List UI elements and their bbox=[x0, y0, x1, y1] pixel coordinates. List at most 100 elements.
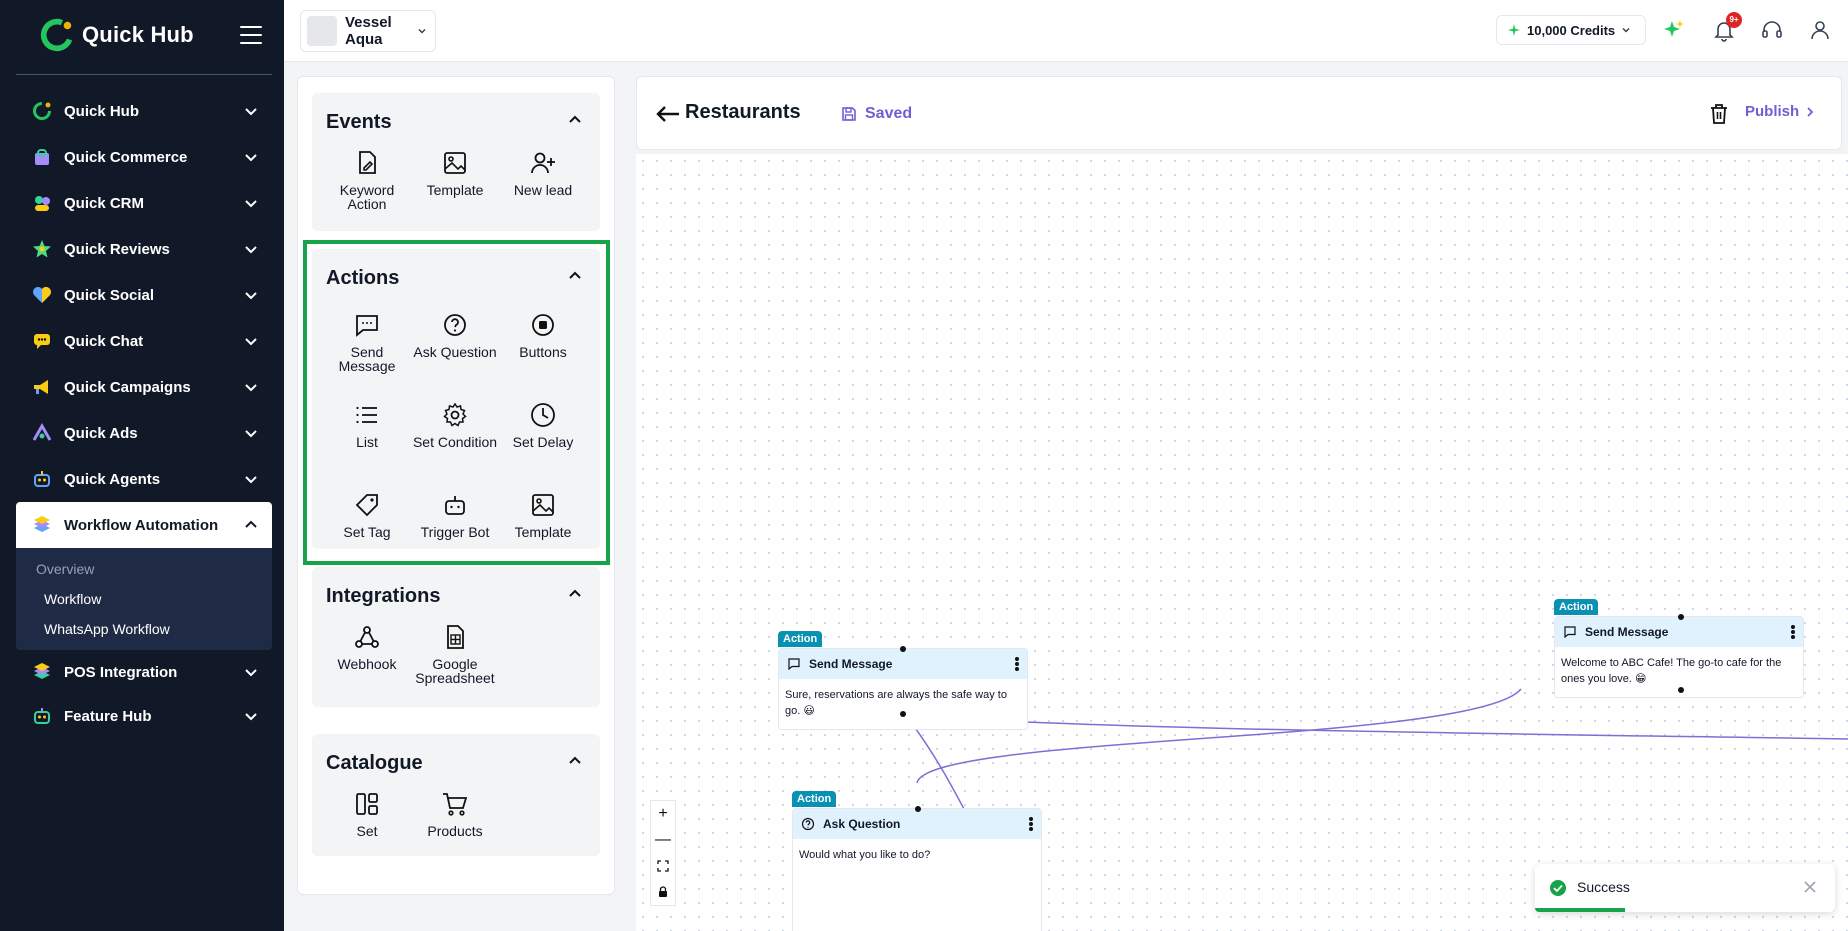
tile-set-delay[interactable]: Set Delay bbox=[499, 401, 587, 449]
tile-label: Products bbox=[427, 823, 483, 839]
message-square-icon bbox=[788, 658, 800, 671]
tile-webhook[interactable]: Webhook bbox=[323, 623, 411, 671]
sidebar-item-quick-social[interactable]: Quick Social bbox=[16, 272, 272, 318]
tile-template[interactable]: Template bbox=[499, 491, 587, 539]
tile-list[interactable]: List bbox=[323, 401, 411, 449]
saved-status: Saved bbox=[841, 105, 912, 123]
sidebar-item-label: Quick Ads bbox=[64, 424, 138, 442]
workflow-canvas[interactable]: Action Send Message Sure, reservations a… bbox=[636, 154, 1848, 931]
chevron-down-icon bbox=[245, 292, 257, 300]
arrow-left-icon[interactable] bbox=[655, 103, 681, 125]
sidebar-nav: Quick Hub Quick Commerce Quick CRM Quick… bbox=[16, 88, 272, 738]
sidebar-item-label: Quick Social bbox=[64, 286, 155, 304]
subnav-overview[interactable]: Overview bbox=[16, 554, 272, 584]
help-circle-icon bbox=[801, 817, 815, 831]
tile-label: Ask Question bbox=[413, 344, 497, 360]
node-output-handle[interactable] bbox=[900, 711, 906, 717]
close-icon[interactable] bbox=[1803, 880, 1817, 894]
shopping-cart-icon bbox=[443, 793, 468, 816]
tile-label: Send Message bbox=[338, 344, 396, 374]
actions-title: Actions bbox=[326, 267, 400, 289]
sidebar-item-quick-agents[interactable]: Quick Agents bbox=[16, 456, 272, 502]
tile-set[interactable]: Set bbox=[323, 790, 411, 838]
sidebar-item-quick-campaigns[interactable]: Quick Campaigns bbox=[16, 364, 272, 410]
sidebar-item-feature-hub[interactable]: Feature Hub bbox=[16, 694, 272, 738]
notifications-button[interactable]: 9+ bbox=[1712, 12, 1742, 42]
tile-trigger-bot[interactable]: Trigger Bot bbox=[411, 491, 499, 539]
sidebar-item-quick-commerce[interactable]: Quick Commerce bbox=[16, 134, 272, 180]
chevron-up-icon[interactable] bbox=[568, 269, 582, 283]
message-square-icon bbox=[356, 315, 378, 337]
fit-view-button[interactable] bbox=[651, 853, 675, 879]
sidebar-item-quick-chat[interactable]: Quick Chat bbox=[16, 318, 272, 364]
ai-sparkle-icon[interactable] bbox=[1662, 18, 1686, 42]
zoom-in-button[interactable]: + bbox=[651, 801, 675, 827]
sidebar-item-quick-reviews[interactable]: Quick Reviews bbox=[16, 226, 272, 272]
tile-google-spreadsheet[interactable]: Google Spreadsheet bbox=[411, 623, 499, 685]
chevron-up-icon[interactable] bbox=[568, 754, 582, 768]
kebab-menu-icon[interactable] bbox=[1015, 657, 1019, 671]
trash-icon[interactable] bbox=[1709, 103, 1729, 125]
tile-label: Set Condition bbox=[412, 434, 498, 450]
node-input-handle[interactable] bbox=[915, 806, 921, 812]
zoom-out-button[interactable]: — bbox=[651, 827, 675, 853]
sidebar-item-workflow-automation[interactable]: Workflow Automation bbox=[16, 502, 272, 548]
node-ask-question[interactable]: Action Ask Question Would what you like … bbox=[792, 791, 1042, 931]
shopping-bag-icon bbox=[30, 145, 54, 169]
node-send-message[interactable]: Action Send Message Sure, reservations a… bbox=[778, 631, 1028, 730]
sidebar-item-quick-hub[interactable]: Quick Hub bbox=[16, 88, 272, 134]
sidebar-item-pos-integration[interactable]: POS Integration bbox=[16, 650, 272, 694]
file-pen-icon bbox=[359, 151, 376, 174]
node-output-handle[interactable] bbox=[1678, 687, 1684, 693]
node-tag: Action bbox=[1554, 599, 1599, 615]
zoom-controls: + — bbox=[650, 800, 676, 906]
chevron-up-icon[interactable] bbox=[568, 587, 582, 601]
publish-button[interactable]: Publish bbox=[1745, 103, 1815, 120]
tile-new-lead[interactable]: New lead bbox=[499, 149, 587, 197]
tile-send-message[interactable]: Send Message bbox=[323, 311, 411, 373]
spreadsheet-icon bbox=[447, 625, 464, 649]
lock-button[interactable] bbox=[651, 879, 675, 905]
sidebar-item-label: Quick Hub bbox=[64, 102, 140, 120]
headset-icon[interactable] bbox=[1760, 18, 1784, 42]
node-send-message[interactable]: Action Send Message Welcome to ABC Cafe!… bbox=[1554, 599, 1804, 698]
node-input-handle[interactable] bbox=[900, 646, 906, 652]
chevron-down-icon bbox=[245, 154, 257, 162]
subnav-item-whatsapp-workflow[interactable]: WhatsApp Workflow bbox=[16, 614, 272, 644]
sidebar-item-quick-ads[interactable]: Quick Ads bbox=[16, 410, 272, 456]
lock-icon bbox=[659, 886, 667, 897]
brand-name: Quick Hub bbox=[82, 22, 194, 47]
kebab-menu-icon[interactable] bbox=[1029, 817, 1033, 831]
credits-label: 10,000 Credits bbox=[1527, 22, 1616, 38]
save-icon bbox=[842, 107, 856, 121]
subnav-item-workflow[interactable]: Workflow bbox=[16, 584, 272, 614]
tile-products[interactable]: Products bbox=[411, 790, 499, 838]
node-body: Would what you like to do? bbox=[799, 849, 931, 861]
tile-set-tag[interactable]: Set Tag bbox=[323, 491, 411, 539]
brand[interactable]: Quick Hub bbox=[38, 16, 194, 54]
tile-set-condition[interactable]: Set Condition bbox=[411, 401, 499, 449]
account-switcher[interactable]: Vessel Aqua bbox=[300, 10, 436, 52]
kebab-menu-icon[interactable] bbox=[1791, 625, 1795, 639]
integrations-section: Integrations Webhook Google Spreadsheet bbox=[312, 567, 600, 707]
star-icon bbox=[30, 237, 54, 261]
node-header: Send Message bbox=[1555, 617, 1803, 647]
workflow-title: Restaurants bbox=[685, 101, 801, 123]
chevron-down-icon bbox=[1622, 27, 1630, 33]
tile-ask-question[interactable]: Ask Question bbox=[411, 311, 499, 359]
user-profile-icon[interactable] bbox=[1808, 18, 1832, 42]
events-section: Events Keyword Action Template New lead bbox=[312, 93, 600, 231]
hamburger-menu-icon[interactable] bbox=[240, 26, 262, 44]
tile-template[interactable]: Template bbox=[411, 149, 499, 197]
integrations-title: Integrations bbox=[326, 585, 441, 607]
tile-keyword-action[interactable]: Keyword Action bbox=[323, 149, 411, 211]
sidebar-item-quick-crm[interactable]: Quick CRM bbox=[16, 180, 272, 226]
chevron-up-icon[interactable] bbox=[568, 113, 582, 127]
credits-button[interactable]: 10,000 Credits bbox=[1496, 15, 1646, 45]
node-input-handle[interactable] bbox=[1678, 614, 1684, 620]
tile-label: New lead bbox=[513, 182, 573, 198]
workflow-editor: Action Send Message Sure, reservations a… bbox=[636, 74, 1848, 931]
node-tag: Action bbox=[778, 631, 823, 647]
tile-buttons[interactable]: Buttons bbox=[499, 311, 587, 359]
tile-label: Keyword Action bbox=[339, 182, 395, 212]
